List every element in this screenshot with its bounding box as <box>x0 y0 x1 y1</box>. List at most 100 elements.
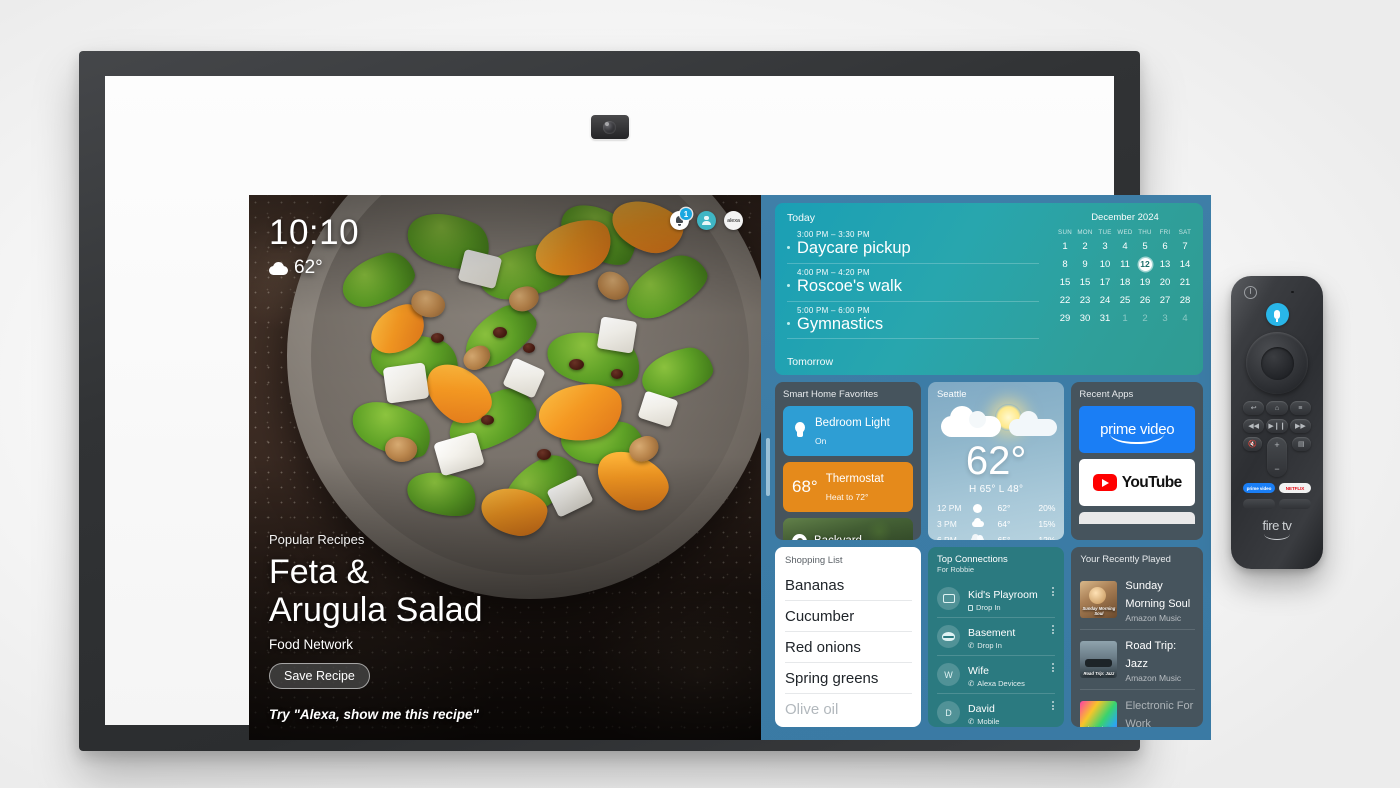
calendar-day[interactable]: 31 <box>1095 312 1115 325</box>
calendar-day[interactable]: 10 <box>1095 258 1115 271</box>
dpad-ring[interactable] <box>1246 332 1308 394</box>
mute-button[interactable]: 🔇 <box>1243 437 1263 451</box>
calendar-day-today[interactable]: 12 <box>1135 258 1155 271</box>
shopping-list-item[interactable]: Cucumber <box>785 601 912 632</box>
calendar-day[interactable]: 15 <box>1055 276 1075 289</box>
recent-apps-widget[interactable]: Recent Apps prime video YouTube <box>1071 382 1203 540</box>
connection-row[interactable]: Basement ✆ Drop In <box>937 618 1056 656</box>
home-button[interactable]: ⌂ <box>1266 401 1288 415</box>
shopping-list-widget[interactable]: Shopping List Bananas Cucumber Red onion… <box>775 547 921 727</box>
shopping-list-item[interactable]: Red onions <box>785 632 912 663</box>
calendar-day[interactable]: 5 <box>1135 240 1155 253</box>
recipe-kicker: Popular Recipes <box>269 531 365 547</box>
calendar-day[interactable]: 27 <box>1155 294 1175 307</box>
calendar-event[interactable]: 5:00 PM – 6:00 PM Gymnastics <box>787 306 1039 340</box>
calendar-day[interactable]: 14 <box>1175 258 1195 271</box>
connection-menu-button[interactable] <box>1052 625 1055 635</box>
app-tile-prime-video[interactable]: prime video <box>1079 406 1195 453</box>
calendar-day[interactable]: 15 <box>1075 276 1095 289</box>
play-pause-button[interactable]: ▶❙❙ <box>1266 419 1288 433</box>
calendar-day[interactable]: 24 <box>1095 294 1115 307</box>
app-shortcut-button-3[interactable] <box>1243 499 1275 509</box>
calendar-day[interactable]: 30 <box>1075 312 1095 325</box>
calendar-day[interactable]: 7 <box>1175 240 1195 253</box>
connection-menu-button[interactable] <box>1052 587 1055 597</box>
calendar-day[interactable]: 25 <box>1115 294 1135 307</box>
app-shortcut-button-4[interactable] <box>1279 499 1311 509</box>
smart-home-widget[interactable]: Smart Home Favorites Bedroom Light On 68… <box>775 382 921 540</box>
connection-menu-button[interactable] <box>1052 701 1055 711</box>
calendar-day[interactable]: 1 <box>1055 240 1075 253</box>
calendar-day[interactable]: 9 <box>1075 258 1095 271</box>
calendar-day[interactable]: 18 <box>1115 276 1135 289</box>
dashboard-scrollbar[interactable] <box>766 438 770 496</box>
amazon-smile-icon <box>1264 534 1290 540</box>
connection-row[interactable]: W Wife ✆ Alexa Devices <box>937 656 1056 694</box>
amazon-smile-icon <box>1110 434 1165 444</box>
back-button[interactable]: ↩ <box>1243 401 1265 415</box>
calendar-day[interactable]: 3 <box>1095 240 1115 253</box>
youtube-play-icon <box>1092 474 1117 491</box>
calendar-event[interactable]: 3:00 PM – 3:30 PM Daycare pickup <box>787 230 1039 264</box>
recently-played-item[interactable]: Sunday Morning Soul Sunday Morning Soul … <box>1080 570 1195 630</box>
smart-home-tile-bedroom-light[interactable]: Bedroom Light On <box>783 406 913 456</box>
echo-show-device-frame: 10:10 62° 1 alexa Popular Recipes Feta &… <box>79 51 1211 751</box>
calendar-day[interactable]: 11 <box>1115 258 1135 271</box>
calendar-month-grid[interactable]: December 2024 SUN MON TUE WED THU FRI SAT 1234… <box>1051 203 1203 375</box>
connection-menu-button[interactable] <box>1052 663 1055 673</box>
calendar-day[interactable]: 22 <box>1055 294 1075 307</box>
connection-row[interactable]: D David ✆ Mobile <box>937 694 1055 727</box>
calendar-day[interactable]: 6 <box>1155 240 1175 253</box>
prime-video-shortcut-button[interactable]: prime video <box>1243 483 1275 493</box>
shopping-list-item[interactable]: Olive oil <box>785 694 912 724</box>
app-tile-youtube[interactable]: YouTube <box>1079 459 1195 506</box>
calendar-day[interactable]: 13 <box>1155 258 1175 271</box>
shopping-list-item[interactable]: Spring greens <box>785 663 912 694</box>
calendar-day[interactable]: 26 <box>1135 294 1155 307</box>
guide-button[interactable]: ▤ <box>1291 437 1311 451</box>
calendar-event[interactable]: 4:00 PM – 4:20 PM Roscoe's walk <box>787 268 1039 302</box>
top-connections-widget[interactable]: Top Connections For Robbie Kid's Playroo… <box>928 547 1065 727</box>
notifications-icon[interactable]: 1 <box>670 208 692 230</box>
smart-home-tile-thermostat[interactable]: 68° Thermostat Heat to 72° <box>783 462 913 512</box>
calendar-day[interactable]: 19 <box>1135 276 1155 289</box>
calendar-day[interactable]: 2 <box>1135 312 1155 325</box>
weather-widget[interactable]: Seattle 62° H 65° L 48° 12 PM 62° 20% 3 … <box>927 382 1065 540</box>
calendar-day[interactable]: 2 <box>1075 240 1095 253</box>
calendar-day[interactable]: 29 <box>1055 312 1075 325</box>
rewind-button[interactable]: ◀◀ <box>1243 419 1265 433</box>
shopping-list-item[interactable]: Bananas <box>785 570 912 601</box>
calendar-widget[interactable]: Today 3:00 PM – 3:30 PM Daycare pickup 4… <box>775 203 1203 375</box>
recently-played-item[interactable]: Road Trip: Jazz Road Trip: Jazz Amazon M… <box>1080 630 1195 690</box>
connection-row[interactable]: Kid's Playroom Drop In <box>937 580 1056 618</box>
recently-played-item[interactable]: Electronic For Work Electronic For Work … <box>1080 690 1195 727</box>
save-recipe-button[interactable]: Save Recipe <box>269 663 370 689</box>
calendar-day[interactable]: 28 <box>1175 294 1195 307</box>
recipe-hero-panel[interactable]: 10:10 62° 1 alexa Popular Recipes Feta &… <box>249 195 761 740</box>
menu-button[interactable]: ≡ <box>1289 401 1311 415</box>
calendar-day[interactable]: 23 <box>1075 294 1095 307</box>
app-tile-third-partial[interactable] <box>1079 512 1195 524</box>
volume-up-icon: + <box>1274 440 1280 450</box>
netflix-shortcut-button[interactable]: NETFLIX <box>1279 483 1311 493</box>
smart-home-tile-backyard-camera[interactable]: Backyard <box>783 518 913 540</box>
profile-icon[interactable] <box>697 211 716 230</box>
calendar-day[interactable]: 4 <box>1175 312 1195 325</box>
alexa-icon[interactable]: alexa <box>724 211 743 230</box>
weather-hour-row: 3 PM 64° 15% <box>937 517 1055 529</box>
voice-button[interactable] <box>1265 303 1289 326</box>
calendar-day[interactable]: 8 <box>1055 258 1075 271</box>
recently-played-widget[interactable]: Your Recently Played Sunday Morning Soul… <box>1071 547 1203 727</box>
calendar-day-grid[interactable]: 1 2 3 4 5 6 7 8 9 10 11 12 13 14 15 15 17 18 19 20 21 22 23 24 2… <box>1055 240 1195 325</box>
calendar-day[interactable]: 1 <box>1115 312 1135 325</box>
calendar-day[interactable]: 20 <box>1155 276 1175 289</box>
calendar-day[interactable]: 21 <box>1175 276 1195 289</box>
phone-icon: ✆ <box>968 679 975 688</box>
select-button[interactable] <box>1260 346 1294 380</box>
calendar-day[interactable]: 3 <box>1155 312 1175 325</box>
fast-forward-button[interactable]: ▶▶ <box>1289 419 1311 433</box>
power-button[interactable] <box>1244 285 1257 299</box>
calendar-day[interactable]: 17 <box>1095 276 1115 289</box>
volume-rocker[interactable]: + − <box>1267 437 1287 477</box>
calendar-day[interactable]: 4 <box>1115 240 1135 253</box>
